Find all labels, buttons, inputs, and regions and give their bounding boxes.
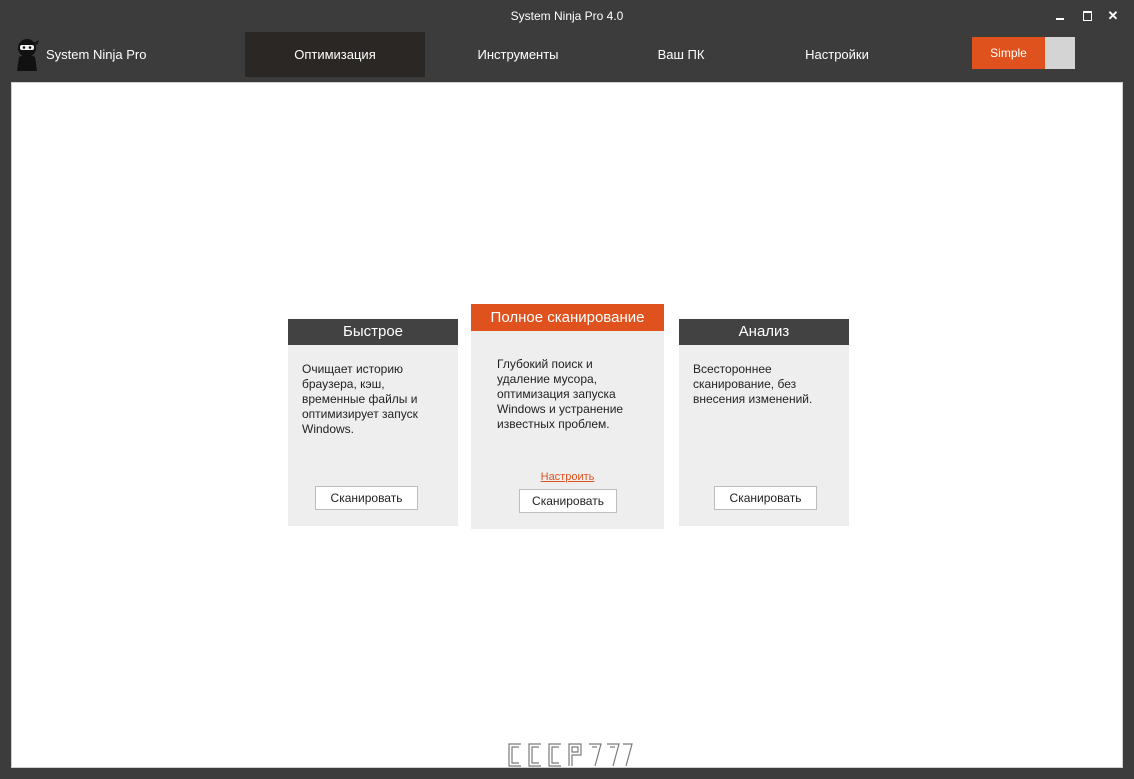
quick-scan-title: Быстрое — [288, 319, 458, 345]
tab-optimization[interactable]: Оптимизация — [245, 32, 425, 77]
quick-scan-description: Очищает историю браузера, кэш, временные… — [302, 362, 418, 436]
tab-your-pc[interactable]: Ваш ПК — [611, 32, 751, 77]
analysis-card: Анализ Всестороннее сканирование, без вн… — [679, 319, 849, 526]
configure-link[interactable]: Настроить — [471, 471, 664, 483]
full-scan-card: Полное сканирование Глубокий поиск и уда… — [471, 304, 664, 529]
watermark-logo — [508, 743, 633, 767]
tab-settings[interactable]: Настройки — [757, 32, 917, 77]
title-bar: System Ninja Pro 4.0 ✕ — [0, 0, 1134, 32]
brand-name: System Ninja Pro — [46, 46, 147, 62]
ninja-logo-icon — [17, 39, 39, 71]
window-title: System Ninja Pro 4.0 — [510, 9, 624, 23]
brand: System Ninja Pro — [14, 36, 146, 72]
quick-scan-button[interactable]: Сканировать — [315, 486, 418, 510]
minimize-icon[interactable] — [1052, 8, 1068, 24]
full-scan-button[interactable]: Сканировать — [519, 489, 617, 513]
close-icon[interactable]: ✕ — [1105, 8, 1121, 24]
simple-mode-toggle[interactable]: Simple — [972, 37, 1075, 69]
maximize-icon[interactable] — [1080, 8, 1096, 24]
toggle-knob[interactable] — [1045, 37, 1075, 69]
analysis-scan-button[interactable]: Сканировать — [714, 486, 817, 510]
analysis-description: Всестороннее сканирование, без внесения … — [693, 362, 813, 406]
quick-scan-card: Быстрое Очищает историю браузера, кэш, в… — [288, 319, 458, 526]
analysis-title: Анализ — [679, 319, 849, 345]
tab-tools[interactable]: Инструменты — [428, 32, 608, 77]
full-scan-description: Глубокий поиск и удаление мусора, оптими… — [497, 357, 624, 431]
simple-mode-label: Simple — [972, 37, 1045, 69]
nav-bar: System Ninja Pro Оптимизация Инструменты… — [0, 32, 1134, 77]
full-scan-title: Полное сканирование — [471, 304, 664, 331]
